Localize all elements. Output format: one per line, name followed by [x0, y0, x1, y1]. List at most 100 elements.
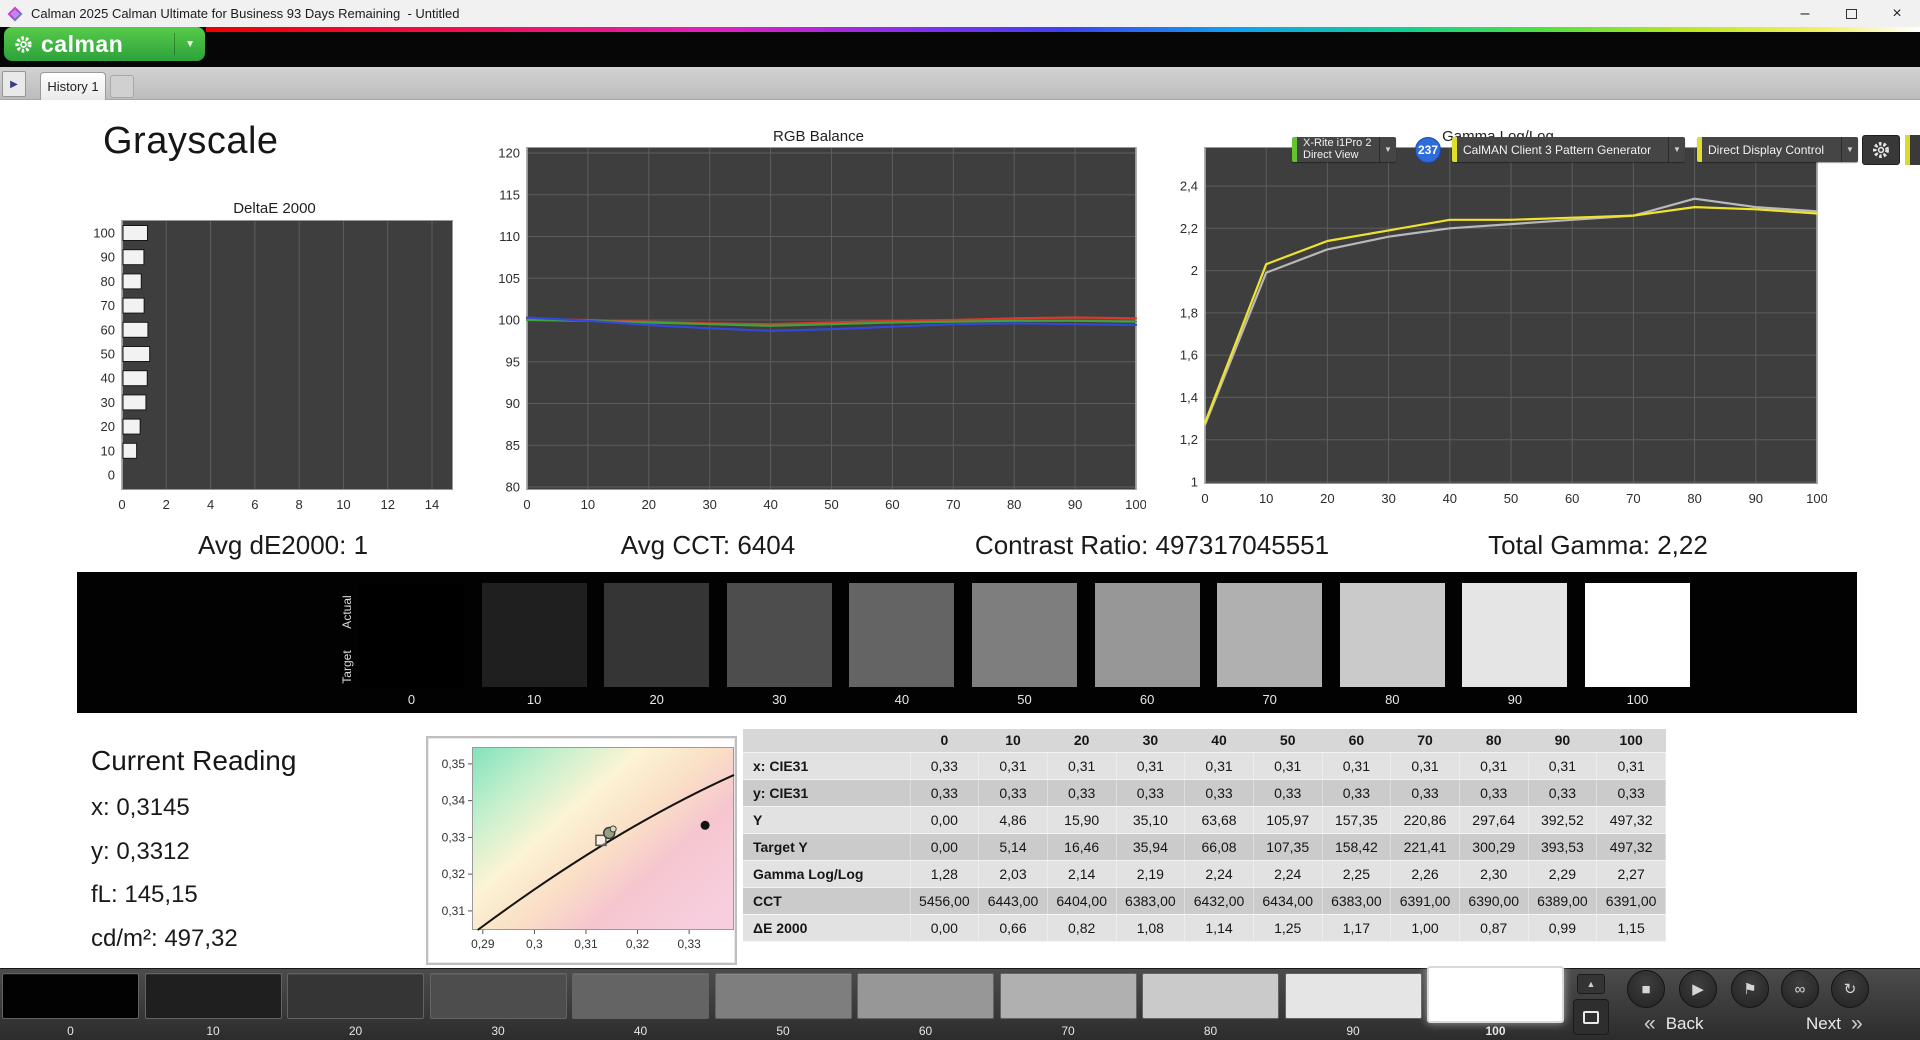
calman-menu-button[interactable]: calman ▼ — [4, 27, 205, 61]
pattern-patch-70[interactable] — [999, 973, 1137, 1019]
table-cell: 0,33 — [1322, 779, 1392, 807]
window-icon — [1583, 1010, 1599, 1024]
table-cell: 0,33 — [978, 779, 1048, 807]
grayscale-swatch-100 — [1585, 583, 1690, 687]
deltae-chart-title: DeltaE 2000 — [233, 200, 316, 217]
table-row: y: CIE31 0,33 0,33 0,33 0,33 0,33 0,33 0,33 0,33… — [743, 779, 1666, 807]
minimize-button[interactable]: – — [1782, 0, 1828, 27]
settings-button[interactable] — [1862, 135, 1900, 165]
display-control-label: Direct Display Control — [1708, 142, 1825, 157]
svg-text:80: 80 — [1687, 491, 1701, 506]
grayscale-swatch-70 — [1217, 583, 1323, 687]
back-button[interactable]: « Back — [1644, 1013, 1703, 1034]
maximize-button[interactable] — [1828, 0, 1874, 27]
expand-icon: ▶ — [10, 78, 18, 90]
grayscale-swatch-60 — [1094, 583, 1200, 687]
meter-select-button[interactable]: X-Rite i1Pro 2 Direct View ▼ — [1292, 137, 1396, 162]
svg-text:50: 50 — [824, 497, 838, 512]
table-cell: 0,33 — [910, 779, 980, 807]
table-cell: 5456,00 — [910, 887, 980, 915]
table-cell: 0,31 — [1596, 752, 1666, 780]
new-tab-button[interactable] — [110, 75, 134, 98]
flag-icon: ⚑ — [1743, 981, 1757, 998]
table-cell: 2,19 — [1116, 860, 1186, 888]
meter-mode: Direct View — [1303, 148, 1359, 161]
table-column-header: 100 — [1596, 729, 1666, 753]
table-cell: 6391,00 — [1390, 887, 1460, 915]
svg-text:10: 10 — [581, 497, 595, 512]
grayscale-swatch-40 — [849, 583, 955, 687]
table-column-header: 70 — [1390, 729, 1460, 753]
patch-panel-expand-button[interactable]: ▲ — [1577, 974, 1605, 994]
pattern-patch-40[interactable] — [572, 973, 709, 1019]
svg-text:0,32: 0,32 — [626, 937, 650, 951]
rainbow-gradient-strip — [206, 27, 1920, 32]
table-row-label: CCT — [743, 887, 911, 915]
table-cell: 2,14 — [1047, 860, 1117, 888]
continuous-read-button[interactable]: ∞ — [1781, 970, 1819, 1008]
table-cell: 1,08 — [1116, 914, 1186, 942]
svg-text:2,2: 2,2 — [1180, 221, 1198, 236]
swatch-level-label: 80 — [1385, 692, 1400, 707]
reading-cdm2: cd/m²: 497,32 — [91, 925, 238, 952]
table-row: Gamma Log/Log 1,28 2,03 2,14 2,19 2,24 2,24 2,2… — [743, 860, 1666, 888]
pattern-patch-0[interactable] — [2, 973, 139, 1019]
pattern-patch-20[interactable] — [287, 973, 424, 1019]
table-cell: 0,31 — [1390, 752, 1460, 780]
svg-text:4: 4 — [207, 497, 214, 512]
table-row: x: CIE31 0,33 0,31 0,31 0,31 0,31 0,31 0,31 0,31… — [743, 752, 1666, 780]
svg-text:0: 0 — [523, 497, 530, 512]
table-row-label: ΔE 2000 — [743, 914, 911, 942]
reading-y: y: 0,3312 — [91, 838, 190, 865]
refresh-button[interactable]: ↻ — [1831, 970, 1869, 1008]
table-cell: 2,26 — [1390, 860, 1460, 888]
svg-text:80: 80 — [101, 274, 115, 289]
table-cell: 0,00 — [910, 833, 980, 861]
stop-button[interactable]: ■ — [1627, 970, 1665, 1008]
swatch-level-label: 90 — [1507, 692, 1523, 707]
pattern-window-button[interactable] — [1573, 999, 1609, 1035]
pattern-patch-60[interactable] — [857, 973, 994, 1019]
table-cell: 105,97 — [1253, 806, 1323, 834]
calman-application-window: Calman 2025 Calman Ultimate for Business… — [0, 0, 1920, 1040]
table-cell: 0,31 — [978, 752, 1048, 780]
table-cell: 15,90 — [1047, 806, 1117, 834]
pattern-patch-50[interactable] — [714, 973, 852, 1019]
table-cell: 392,52 — [1528, 806, 1598, 834]
pattern-generator-button[interactable]: CalMAN Client 3 Pattern Generator ▼ — [1452, 137, 1685, 162]
svg-text:0,33: 0,33 — [442, 830, 466, 844]
swatch-level-label: 30 — [772, 692, 787, 707]
close-button[interactable]: × — [1874, 0, 1920, 27]
collapsed-panel-edge — [1910, 135, 1920, 165]
tab-history-1[interactable]: History 1 — [40, 72, 106, 100]
display-control-button[interactable]: Direct Display Control ▼ — [1697, 137, 1858, 162]
svg-text:0: 0 — [108, 468, 115, 483]
grayscale-swatch-0 — [359, 583, 464, 687]
svg-text:90: 90 — [506, 396, 520, 411]
pattern-patch-90[interactable] — [1284, 973, 1422, 1019]
pattern-patch-80[interactable] — [1142, 973, 1279, 1019]
pattern-patch-100[interactable] — [1427, 966, 1564, 1023]
table-cell: 6443,00 — [978, 887, 1048, 915]
pattern-generator-label: CalMAN Client 3 Pattern Generator — [1463, 142, 1652, 157]
history-panel-expand-button[interactable]: ▶ — [2, 71, 26, 97]
flag-button[interactable]: ⚑ — [1731, 970, 1769, 1008]
chevron-down-icon: ▼ — [1673, 145, 1681, 154]
svg-text:0,31: 0,31 — [442, 904, 466, 918]
svg-text:1,2: 1,2 — [1180, 432, 1198, 447]
measurement-count-badge[interactable]: 237 — [1415, 137, 1441, 163]
svg-text:95: 95 — [506, 354, 520, 369]
pattern-patch-10[interactable] — [144, 973, 282, 1019]
table-row-label: Target Y — [743, 833, 911, 861]
svg-text:2,4: 2,4 — [1180, 179, 1198, 194]
brand-bar: calman ▼ — [0, 27, 1920, 67]
pattern-patch-30[interactable] — [429, 973, 567, 1019]
swatch-level-label: 50 — [1017, 692, 1032, 707]
svg-text:2: 2 — [1191, 263, 1198, 278]
play-button[interactable]: ▶ — [1679, 970, 1717, 1008]
svg-text:40: 40 — [101, 371, 115, 386]
svg-text:90: 90 — [101, 250, 115, 265]
next-button[interactable]: Next » — [1806, 1013, 1863, 1034]
svg-text:60: 60 — [101, 322, 115, 337]
svg-text:0: 0 — [1201, 491, 1208, 506]
